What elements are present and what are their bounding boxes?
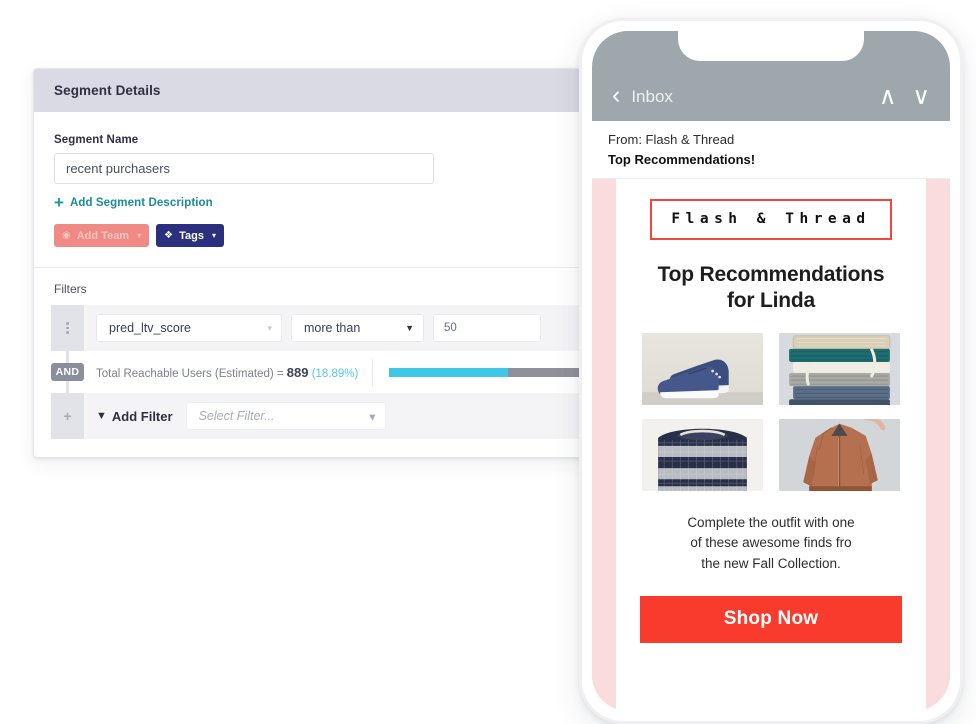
funnel-icon: ▼	[96, 410, 107, 422]
product-image-stacked-knit-blankets[interactable]	[779, 333, 900, 406]
copy-line-2: of these awesome finds fro	[690, 535, 852, 551]
drag-dots-icon	[66, 322, 69, 334]
and-connector[interactable]: AND	[50, 351, 85, 393]
filters-section: Filters pred_ltv_score ▾ more than ▼ 50 …	[34, 268, 674, 457]
tags-button[interactable]: ❖ Tags ▾	[156, 224, 224, 247]
mail-subject: Top Recommendations!	[608, 151, 756, 167]
filters-label: Filters	[54, 282, 87, 296]
plus-icon: +	[63, 408, 72, 424]
select-filter-dropdown[interactable]: Select Filter... ▾	[185, 402, 386, 430]
filter-value-input[interactable]	[433, 314, 541, 342]
product-image-navy-canvas-sneakers[interactable]	[642, 333, 763, 406]
filter-field-value: pred_ltv_score	[109, 321, 191, 335]
navbar-inner: ‹ Inbox ∧ ∨	[612, 83, 930, 109]
phone-screen: ‹ Inbox ∧ ∨ From: Flash & Thread Top Rec…	[592, 31, 950, 711]
email-content: Flash & Thread Top Recommendations for L…	[616, 179, 926, 711]
mail-meta: From: Flash & Thread Top Recommendations…	[592, 121, 950, 179]
email-body: Flash & Thread Top Recommendations for L…	[592, 179, 950, 711]
reachable-users-count: 889	[286, 364, 309, 380]
add-team-label: Add Team	[76, 229, 130, 242]
reach-progress-fill	[389, 367, 508, 377]
navbar-right: ∧ ∨	[879, 85, 930, 109]
tag-icon: ❖	[164, 229, 174, 241]
chevron-left-icon[interactable]: ‹	[612, 83, 620, 108]
select-filter-placeholder: Select Filter...	[198, 409, 275, 423]
filter-row: pred_ltv_score ▾ more than ▼	[34, 305, 674, 351]
phone-mockup: ‹ Inbox ∧ ∨ From: Flash & Thread Top Rec…	[579, 18, 963, 724]
plus-icon: +	[54, 193, 64, 212]
add-filter-button[interactable]: ▼ Add Filter	[96, 409, 173, 424]
chevron-down-icon: ▼	[405, 322, 414, 333]
globe-icon: ◉	[62, 229, 71, 241]
segment-name-label: Segment Name	[54, 134, 139, 146]
card-header: Segment Details	[34, 69, 674, 112]
email-body-copy: Complete the outfit with one of these aw…	[634, 513, 908, 574]
segment-name-input[interactable]	[54, 153, 434, 184]
filter-operator-value: more than	[304, 321, 361, 335]
brand-name: Flash & Thread	[671, 211, 871, 227]
reachable-users-label: Total Reachable Users (Estimated) =	[96, 367, 284, 380]
filter-connector-row: AND Total Reachable Users (Estimated) = …	[34, 351, 674, 393]
tags-label: Tags	[179, 229, 204, 242]
navbar-left: ‹ Inbox	[612, 83, 673, 108]
chevron-up-icon[interactable]: ∧	[879, 85, 897, 109]
add-segment-description-button[interactable]: + Add Segment Description	[54, 193, 213, 212]
filter-block: pred_ltv_score ▾ more than ▼ AND	[34, 305, 674, 457]
brand-logo: Flash & Thread	[650, 199, 892, 240]
add-segment-description-label: Add Segment Description	[69, 197, 213, 209]
filter-operator-select[interactable]: more than ▼	[291, 314, 424, 342]
product-image-rust-bomber-jacket[interactable]	[779, 419, 900, 492]
add-filter-label: Add Filter	[111, 408, 173, 424]
chevron-down-icon: ▾	[211, 230, 216, 240]
divider	[372, 358, 374, 386]
filter-field-select[interactable]: pred_ltv_score ▾	[96, 314, 282, 342]
product-image-navy-striped-knit-sweater[interactable]	[642, 419, 763, 492]
chevron-down-icon: ▾	[369, 409, 376, 424]
add-filter-row: + ▼ Add Filter Select Filter... ▾	[34, 393, 674, 439]
chevron-down-icon[interactable]: ∨	[912, 85, 930, 109]
copy-line-1: Complete the outfit with one	[687, 515, 855, 531]
filter-drag-handle[interactable]	[51, 305, 84, 351]
shop-now-button[interactable]: Shop Now	[640, 595, 902, 643]
headline-line-1: Top Recommendations	[657, 263, 885, 286]
product-grid	[634, 333, 908, 492]
and-operator-chip[interactable]: AND	[50, 362, 85, 382]
spacer	[34, 439, 674, 457]
page-title: Segment Details	[54, 83, 161, 98]
chevron-down-icon: ▾	[137, 230, 142, 240]
email-headline: Top Recommendations for Linda	[634, 262, 908, 313]
mail-navbar: ‹ Inbox ∧ ∨	[592, 31, 950, 121]
chip-row: ◉ Add Team ▾ ❖ Tags ▾	[54, 224, 654, 267]
phone-notch	[678, 31, 864, 61]
email-right-band	[926, 179, 950, 711]
add-team-button[interactable]: ◉ Add Team ▾	[54, 224, 150, 247]
copy-line-3: the new Fall Collection.	[701, 555, 841, 571]
inbox-label[interactable]: Inbox	[631, 87, 673, 107]
reachable-users-percent: (18.89%)	[311, 367, 359, 380]
email-left-band	[592, 179, 616, 711]
card-body: Segment Name + Add Segment Description ◉…	[34, 112, 674, 267]
add-filter-handle[interactable]: +	[51, 393, 84, 439]
headline-line-2: for Linda	[726, 288, 816, 312]
reachable-users-text: Total Reachable Users (Estimated) = 889 …	[96, 365, 358, 380]
chevron-down-icon: ▾	[267, 322, 272, 333]
mail-sender: From: Flash & Thread	[608, 132, 735, 147]
